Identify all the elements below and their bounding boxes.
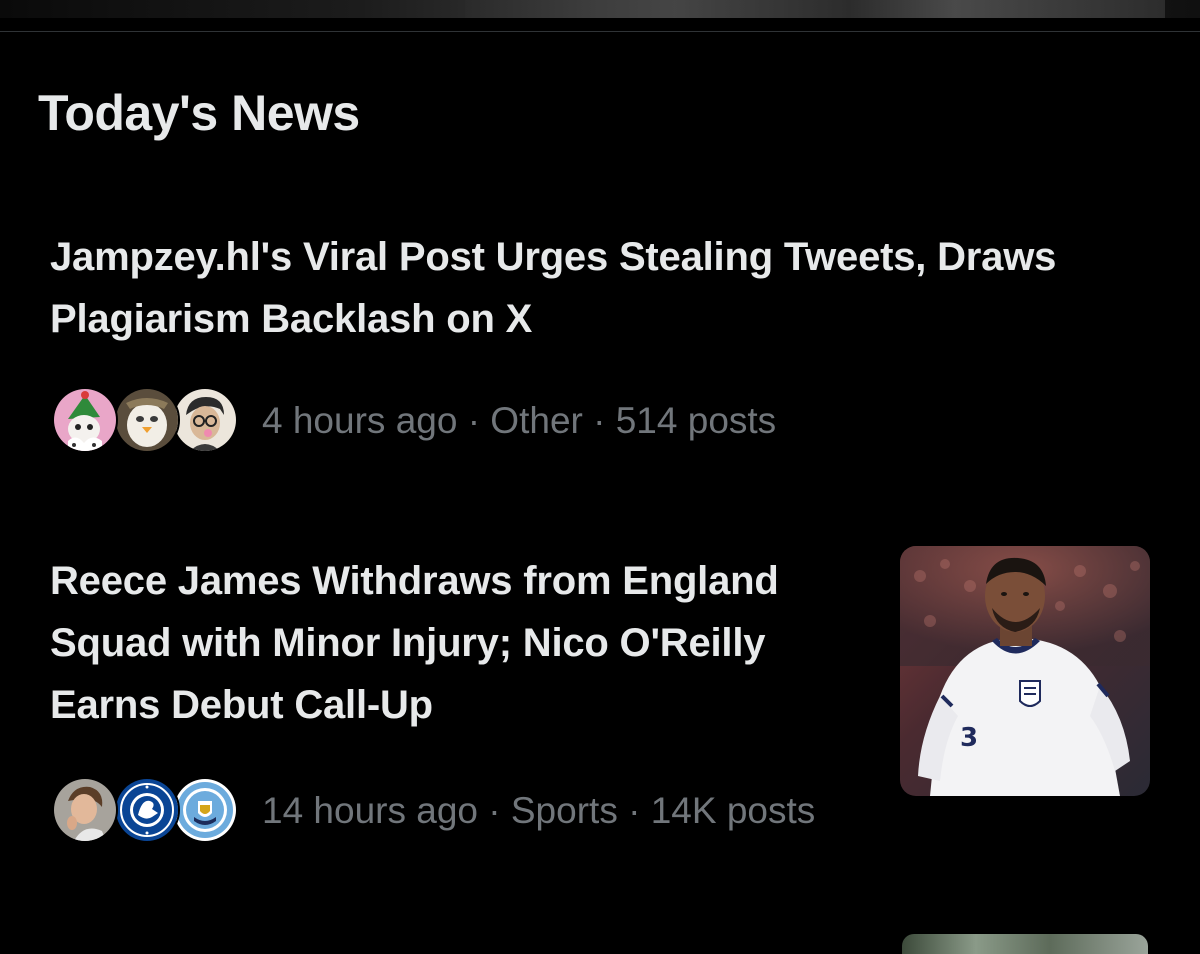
elf-cartoon-avatar	[52, 387, 118, 453]
chelsea-crest-avatar	[114, 777, 180, 843]
glasses-cartoon-avatar	[172, 387, 238, 453]
news-headline[interactable]: Jampzey.hl's Viral Post Urges Stealing T…	[50, 226, 1130, 350]
svg-text:3: 3	[960, 723, 978, 753]
avatar-group	[52, 386, 242, 456]
divider	[0, 31, 1200, 32]
england-footballer-photo[interactable]: 3	[900, 546, 1150, 796]
section-title: Today's News	[38, 85, 360, 141]
penguin-cartoon-avatar	[114, 387, 180, 453]
news-headline[interactable]: Reece James Withdraws from England Squad…	[50, 550, 850, 736]
news-meta-row: 4 hours ago · Other · 514 posts	[52, 386, 776, 456]
user-photo-avatar	[52, 777, 118, 843]
news-meta: 4 hours ago · Other · 514 posts	[262, 400, 777, 441]
news-meta: 14 hours ago · Sports · 14K posts	[262, 790, 816, 831]
top-banner-image	[0, 0, 1200, 18]
avatar-group	[52, 776, 242, 846]
news-meta-row: 14 hours ago · Sports · 14K posts	[52, 776, 815, 846]
next-news-thumbnail-peek	[902, 934, 1148, 954]
manchester-city-crest-avatar	[172, 777, 238, 843]
banner-image-fragment	[465, 0, 1165, 18]
